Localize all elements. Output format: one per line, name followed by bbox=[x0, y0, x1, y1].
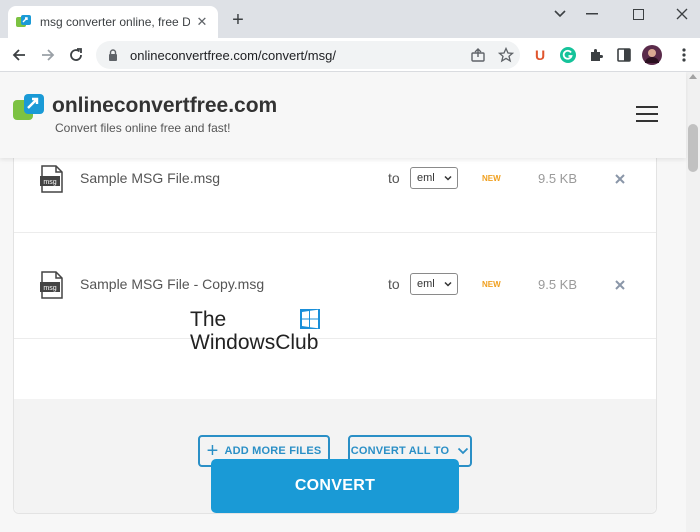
remove-file-icon[interactable] bbox=[613, 278, 627, 292]
chevron-down-icon bbox=[458, 447, 469, 455]
svg-text:msg: msg bbox=[43, 179, 56, 186]
reload-icon[interactable] bbox=[64, 43, 88, 67]
format-value: eml bbox=[417, 278, 435, 290]
file-row: msg Sample MSG File - Copy.msg to eml NE… bbox=[14, 233, 656, 339]
logo-icon[interactable] bbox=[13, 94, 45, 122]
site-header: onlineconvertfree.com Convert files onli… bbox=[0, 72, 686, 158]
browser-tab[interactable]: msg converter online, free Docu ✕ bbox=[8, 6, 218, 38]
file-name: Sample MSG File.msg bbox=[80, 170, 221, 186]
forward-arrow-icon[interactable] bbox=[36, 43, 60, 67]
new-badge: NEW bbox=[482, 174, 501, 183]
page-viewport: msg Sample MSG File.msg to eml NEW 9.5 K… bbox=[0, 72, 700, 532]
browser-menu-icon[interactable] bbox=[674, 45, 694, 65]
bookmark-star-icon[interactable] bbox=[492, 41, 520, 69]
remove-file-icon[interactable] bbox=[613, 172, 627, 186]
browser-tab-bar: msg converter online, free Docu ✕ + bbox=[0, 0, 700, 38]
logo-tagline: Convert files online free and fast! bbox=[55, 121, 231, 135]
watermark: The WindowsClub bbox=[190, 308, 320, 354]
ublock-extension-icon[interactable]: U bbox=[530, 45, 550, 65]
scrollbar-thumb[interactable] bbox=[688, 124, 698, 172]
add-more-files-label: ADD MORE FILES bbox=[224, 445, 322, 457]
chevron-down-icon bbox=[444, 175, 452, 181]
convert-button[interactable]: CONVERT bbox=[211, 459, 459, 513]
new-badge: NEW bbox=[482, 280, 501, 289]
format-select[interactable]: eml bbox=[410, 273, 458, 295]
file-name: Sample MSG File - Copy.msg bbox=[80, 276, 265, 292]
tab-close-icon[interactable]: ✕ bbox=[194, 14, 210, 30]
convert-all-to-label: CONVERT ALL TO bbox=[350, 445, 450, 457]
windows-logo-icon bbox=[300, 309, 320, 329]
vertical-scrollbar[interactable] bbox=[686, 72, 700, 532]
to-label: to bbox=[388, 170, 400, 186]
browser-toolbar: onlineconvertfree.com/convert/msg/ U bbox=[0, 38, 700, 72]
svg-text:U: U bbox=[535, 47, 545, 63]
minimize-button[interactable] bbox=[576, 2, 608, 26]
tab-title: msg converter online, free Docu bbox=[40, 15, 190, 29]
svg-text:msg: msg bbox=[43, 285, 56, 292]
to-label: to bbox=[388, 276, 400, 292]
tab-search-chevron-icon[interactable] bbox=[544, 2, 576, 26]
grammarly-extension-icon[interactable] bbox=[558, 45, 578, 65]
share-icon[interactable] bbox=[464, 41, 492, 69]
site-favicon-icon bbox=[16, 15, 31, 27]
side-panel-icon[interactable] bbox=[614, 45, 634, 65]
watermark-line2: WindowsClub bbox=[190, 331, 319, 354]
file-list-card: msg Sample MSG File.msg to eml NEW 9.5 K… bbox=[13, 127, 657, 514]
msg-file-icon: msg bbox=[40, 165, 63, 193]
plus-icon: + bbox=[206, 440, 219, 462]
extensions-puzzle-icon[interactable] bbox=[586, 45, 606, 65]
new-tab-button[interactable]: + bbox=[228, 10, 248, 30]
logo-text[interactable]: onlineconvertfree.com bbox=[52, 94, 277, 118]
window-close-button[interactable] bbox=[666, 2, 698, 26]
back-arrow-icon[interactable] bbox=[7, 43, 31, 67]
maximize-button[interactable] bbox=[622, 2, 654, 26]
file-size: 9.5 KB bbox=[538, 277, 578, 292]
chevron-down-icon bbox=[444, 281, 452, 287]
format-value: eml bbox=[417, 172, 435, 184]
profile-avatar[interactable] bbox=[642, 45, 662, 65]
scroll-up-arrow-icon[interactable] bbox=[689, 74, 697, 79]
file-size: 9.5 KB bbox=[538, 171, 578, 186]
address-bar[interactable]: onlineconvertfree.com/convert/msg/ bbox=[96, 41, 520, 69]
format-select[interactable]: eml bbox=[410, 167, 458, 189]
lock-icon bbox=[109, 49, 117, 61]
url-text[interactable]: onlineconvertfree.com/convert/msg/ bbox=[130, 48, 464, 63]
msg-file-icon: msg bbox=[40, 271, 63, 299]
hamburger-menu-icon[interactable] bbox=[636, 106, 658, 122]
